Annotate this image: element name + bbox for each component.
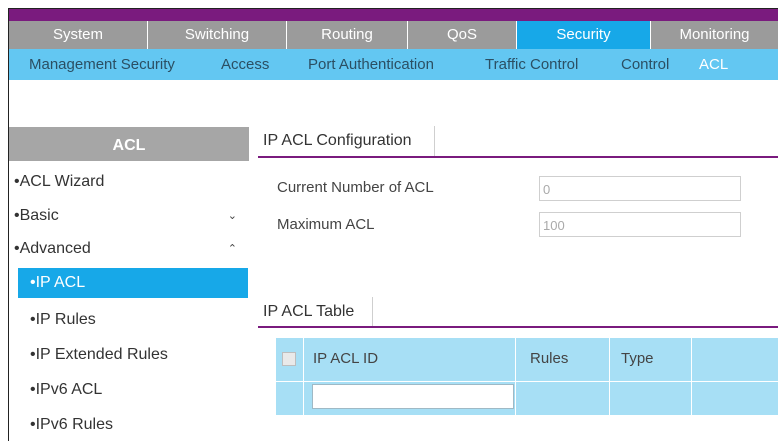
top-nav: System Switching Routing QoS Security Mo…: [9, 9, 778, 49]
current-acl-field: 0: [539, 176, 741, 201]
chevron-down-icon[interactable]: ⌄: [228, 201, 237, 231]
ip-acl-table: IP ACL ID Rules Type: [276, 338, 778, 415]
maximum-acl-label: Maximum ACL: [277, 216, 375, 233]
section-divider: [258, 156, 778, 158]
sidebar-item-label: IPv6 ACL: [35, 381, 103, 398]
chevron-up-icon[interactable]: ⌃: [228, 234, 237, 264]
sidebar-item-label: IP Extended Rules: [35, 346, 168, 363]
column-header-rules: Rules: [530, 350, 569, 367]
sidebar-item-ip-rules[interactable]: •IP Rules: [18, 305, 248, 335]
sidebar-item-label: IPv6 Rules: [35, 416, 113, 433]
select-all-checkbox[interactable]: [282, 352, 296, 366]
subnav-acl[interactable]: ACL: [699, 49, 728, 80]
sidebar-item-basic[interactable]: •Basic ⌄: [14, 201, 249, 231]
sub-nav: Management Security Access Port Authenti…: [9, 49, 778, 80]
sidebar-header: ACL: [9, 127, 249, 161]
subnav-access[interactable]: Access: [221, 49, 269, 80]
section-divider: [258, 326, 778, 328]
subnav-port-authentication[interactable]: Port Authentication: [308, 49, 434, 80]
tab-routing[interactable]: Routing: [287, 21, 408, 49]
maximum-acl-field: 100: [539, 212, 741, 237]
sidebar-item-ip-acl[interactable]: •IP ACL: [18, 268, 248, 298]
section-title-ip-acl-configuration: IP ACL Configuration: [263, 132, 412, 149]
tab-system[interactable]: System: [9, 21, 148, 49]
column-divider: [609, 338, 610, 415]
column-divider: [515, 338, 516, 415]
column-header-type: Type: [621, 350, 654, 367]
sidebar-item-advanced[interactable]: •Advanced ⌃: [14, 234, 249, 264]
section-title-ip-acl-table: IP ACL Table: [263, 303, 355, 320]
row-divider: [276, 381, 778, 382]
sidebar-item-label: ACL Wizard: [19, 173, 105, 190]
tab-security[interactable]: Security: [517, 21, 651, 49]
sidebar-item-acl-wizard[interactable]: •ACL Wizard: [14, 167, 249, 197]
subnav-traffic-control[interactable]: Traffic Control: [485, 49, 578, 80]
tab-monitoring[interactable]: Monitoring: [651, 21, 778, 49]
tab-qos[interactable]: QoS: [408, 21, 517, 49]
sidebar-item-label: IP ACL: [35, 274, 86, 291]
column-header-ip-acl-id: IP ACL ID: [313, 350, 379, 367]
sidebar-item-ip-extended-rules[interactable]: •IP Extended Rules: [18, 340, 248, 370]
sidebar-item-label: Basic: [19, 207, 59, 224]
current-acl-label: Current Number of ACL: [277, 179, 434, 196]
sidebar-item-ipv6-rules[interactable]: •IPv6 Rules: [18, 410, 248, 440]
ip-acl-id-input[interactable]: [312, 384, 514, 409]
column-divider: [691, 338, 692, 415]
sidebar-item-ipv6-acl[interactable]: •IPv6 ACL: [18, 375, 248, 405]
sidebar-item-label: Advanced: [19, 240, 91, 257]
subnav-management-security[interactable]: Management Security: [29, 49, 175, 80]
column-divider: [303, 338, 304, 415]
sidebar-item-label: IP Rules: [35, 311, 96, 328]
tab-switching[interactable]: Switching: [148, 21, 287, 49]
subnav-control[interactable]: Control: [621, 49, 669, 80]
